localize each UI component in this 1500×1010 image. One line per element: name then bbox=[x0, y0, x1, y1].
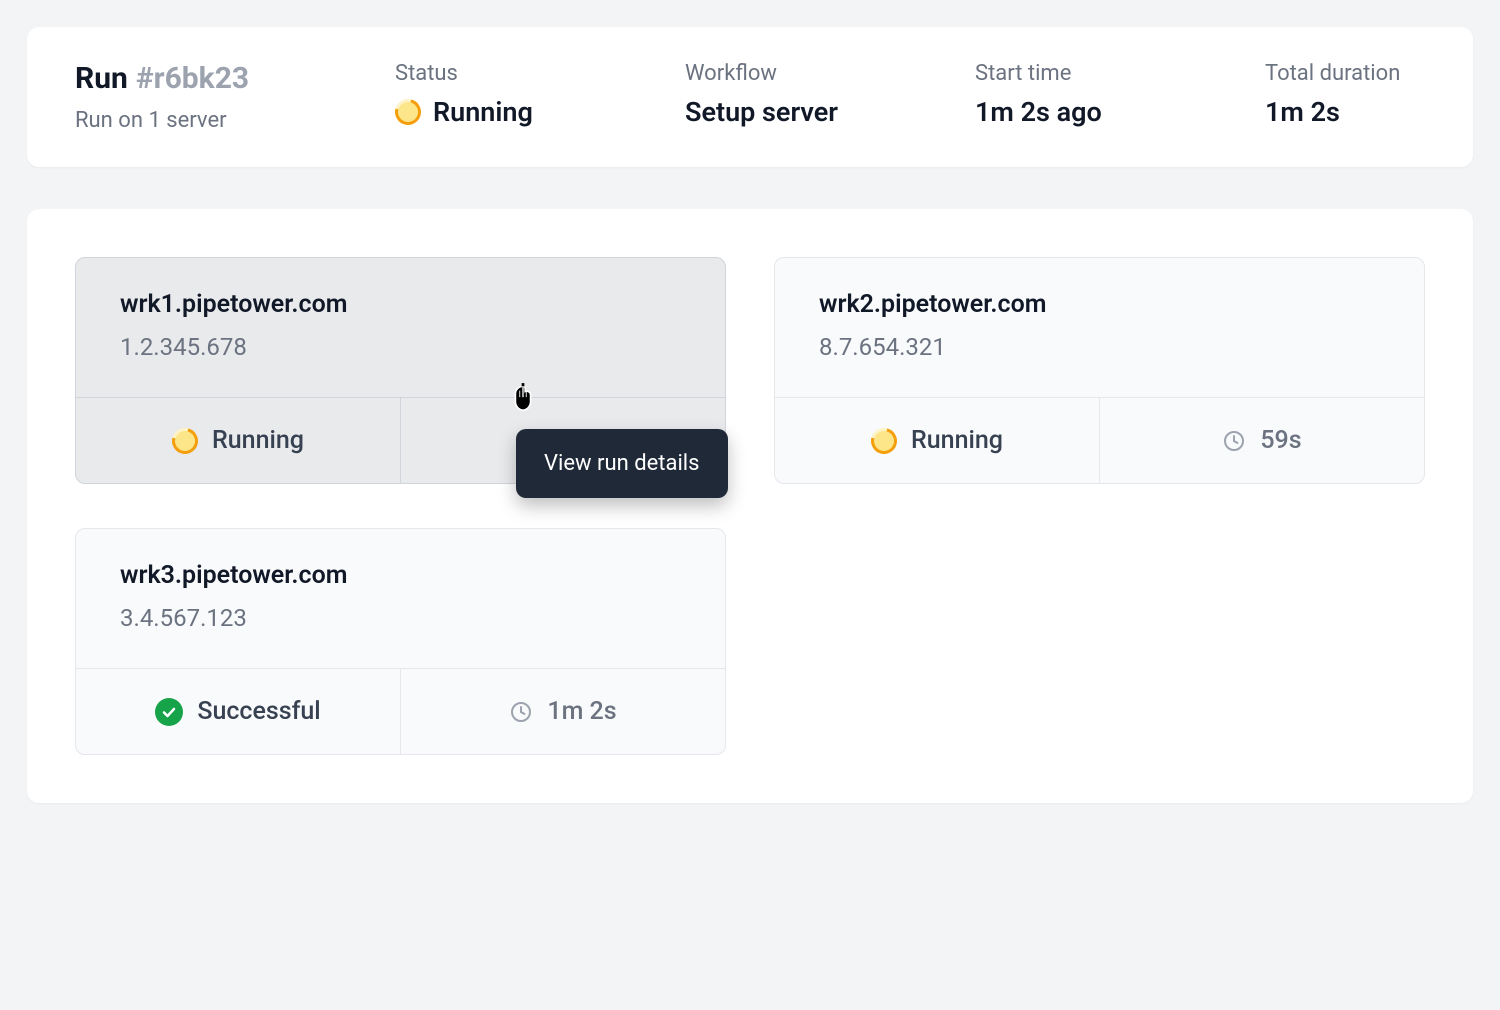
duration-label: Total duration bbox=[1265, 61, 1495, 86]
status-text: Running bbox=[433, 96, 533, 128]
server-card[interactable]: wrk2.pipetower.com 8.7.654.321 Running 59s bbox=[774, 257, 1425, 484]
spinner-icon bbox=[390, 94, 426, 130]
status-value: Running bbox=[395, 96, 625, 128]
run-title-block: Run #r6bk23 Run on 1 server bbox=[75, 61, 335, 133]
server-hostname: wrk3.pipetower.com bbox=[120, 561, 681, 590]
run-header-card: Run #r6bk23 Run on 1 server Status Runni… bbox=[27, 27, 1473, 167]
server-duration-cell: 1m 2s bbox=[401, 669, 725, 754]
server-card-bottom: Running 59s bbox=[775, 397, 1424, 483]
duration-value: 1m 2s bbox=[1265, 96, 1495, 128]
server-status-text: Running bbox=[911, 426, 1003, 455]
tooltip-view-run-details: View run details bbox=[516, 429, 728, 498]
status-label: Status bbox=[395, 61, 625, 86]
server-ip: 8.7.654.321 bbox=[819, 333, 1380, 361]
server-grid: wrk1.pipetower.com1.2.345.678Running57sw… bbox=[75, 257, 1425, 755]
spinner-icon bbox=[866, 423, 902, 459]
server-status-text: Running bbox=[212, 426, 304, 455]
server-status-cell: Running bbox=[775, 398, 1100, 483]
server-status-cell: Running bbox=[76, 398, 401, 483]
run-title: Run #r6bk23 bbox=[75, 61, 335, 96]
clock-icon bbox=[509, 700, 533, 724]
server-duration-text: 59s bbox=[1260, 426, 1301, 455]
run-id: #r6bk23 bbox=[136, 61, 249, 96]
start-time-value: 1m 2s ago bbox=[975, 96, 1205, 128]
status-block: Status Running bbox=[395, 61, 625, 128]
server-duration-cell: 59s bbox=[1100, 398, 1424, 483]
server-card-bottom: Successful 1m 2s bbox=[76, 668, 725, 754]
tooltip-text: View run details bbox=[544, 451, 700, 476]
server-hostname: wrk1.pipetower.com bbox=[120, 290, 681, 319]
run-label: Run bbox=[75, 61, 128, 96]
server-card-top: wrk2.pipetower.com 8.7.654.321 bbox=[775, 258, 1424, 397]
servers-card: wrk1.pipetower.com1.2.345.678Running57sw… bbox=[27, 209, 1473, 803]
server-card[interactable]: wrk3.pipetower.com 3.4.567.123 Successful 1… bbox=[75, 528, 726, 755]
server-ip: 1.2.345.678 bbox=[120, 333, 681, 361]
server-status-cell: Successful bbox=[76, 669, 401, 754]
check-circle-icon bbox=[155, 698, 183, 726]
duration-block: Total duration 1m 2s bbox=[1265, 61, 1495, 128]
server-duration-text: 1m 2s bbox=[547, 697, 616, 726]
server-card-top: wrk3.pipetower.com 3.4.567.123 bbox=[76, 529, 725, 668]
workflow-block: Workflow Setup server bbox=[685, 61, 915, 128]
server-status-text: Successful bbox=[197, 697, 320, 726]
server-ip: 3.4.567.123 bbox=[120, 604, 681, 632]
workflow-label: Workflow bbox=[685, 61, 915, 86]
server-card-top: wrk1.pipetower.com 1.2.345.678 bbox=[76, 258, 725, 397]
server-hostname: wrk2.pipetower.com bbox=[819, 290, 1380, 319]
start-time-label: Start time bbox=[975, 61, 1205, 86]
clock-icon bbox=[1222, 429, 1246, 453]
workflow-value: Setup server bbox=[685, 96, 915, 128]
spinner-icon bbox=[167, 423, 203, 459]
run-subtitle: Run on 1 server bbox=[75, 108, 335, 133]
start-time-block: Start time 1m 2s ago bbox=[975, 61, 1205, 128]
